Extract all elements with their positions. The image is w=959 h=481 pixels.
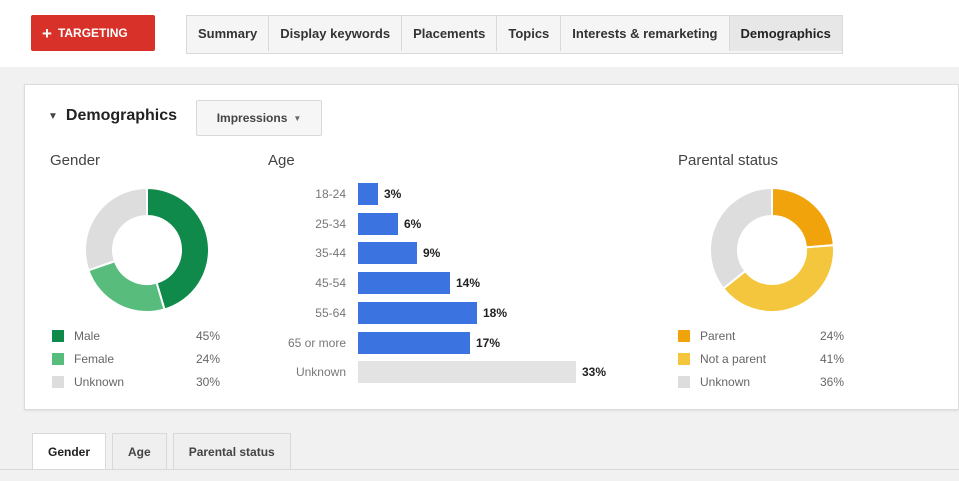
age-row-35-44: 35-44 9% xyxy=(270,242,441,265)
age-bar-value: 14% xyxy=(456,276,481,291)
legend-label: Unknown xyxy=(74,374,125,389)
parent-swatch xyxy=(678,329,690,342)
age-row-unknown: Unknown 33% xyxy=(270,361,607,384)
tab-parental-status[interactable]: Parental status xyxy=(172,433,291,470)
legend-value: 24% xyxy=(819,328,844,343)
legend-row: Female 24% xyxy=(52,347,220,370)
legend-label: Not a parent xyxy=(700,351,767,366)
tab-demographics[interactable]: Demographics xyxy=(729,16,842,51)
gender-donut-chart xyxy=(84,186,210,313)
age-bar-label: 25-34 xyxy=(315,216,346,231)
age-bar xyxy=(358,183,378,205)
legend-label: Unknown xyxy=(700,374,751,389)
metric-dropdown-label: Impressions xyxy=(216,111,288,125)
metric-dropdown[interactable]: Impressions ▼ xyxy=(196,100,322,136)
legend-value: 45% xyxy=(195,328,220,343)
age-bar-value: 17% xyxy=(476,335,501,350)
gender-slice-unknown xyxy=(84,186,148,272)
tab-interests-remarketing[interactable]: Interests & remarketing xyxy=(561,16,730,51)
age-title: Age xyxy=(268,152,295,169)
legend-value: 30% xyxy=(195,374,220,389)
age-bar-label: 55-64 xyxy=(315,305,346,320)
age-row-55-64: 55-64 18% xyxy=(270,301,508,324)
gender-title: Gender xyxy=(50,152,101,169)
age-bar xyxy=(358,212,398,235)
gender-legend: Male 45% Female 24% Unknown 30% xyxy=(52,324,220,393)
age-bar-value: 33% xyxy=(582,365,607,380)
tab-placements[interactable]: Placements xyxy=(402,16,498,51)
age-bar-value: 9% xyxy=(423,246,441,261)
legend-label: Female xyxy=(74,351,115,366)
age-bar-value: 18% xyxy=(483,305,508,320)
parental-legend: Parent 24% Not a parent 41% Unknown 36% xyxy=(678,324,844,393)
age-bar xyxy=(358,242,417,265)
tab-topics[interactable]: Topics xyxy=(497,16,562,51)
parental-donut-chart xyxy=(709,186,835,313)
tab-summary[interactable]: Summary xyxy=(187,16,270,51)
age-bar xyxy=(358,361,576,384)
legend-value: 36% xyxy=(819,374,844,389)
unknown-swatch xyxy=(52,375,64,388)
tabs-divider xyxy=(0,469,959,470)
legend-row: Male 45% xyxy=(52,324,220,347)
legend-label: Male xyxy=(74,328,101,343)
age-row-25-34: 25-34 6% xyxy=(270,212,422,235)
legend-row: Unknown 30% xyxy=(52,370,220,393)
demographics-tabs: Gender Age Parental status xyxy=(32,433,297,470)
age-bar-value: 6% xyxy=(404,216,422,231)
age-bar-value: 3% xyxy=(384,187,402,201)
parental-slice-parent xyxy=(771,186,835,249)
age-row-45-54: 45-54 14% xyxy=(270,272,481,295)
tab-age[interactable]: Age xyxy=(112,433,167,470)
age-bar-label: 18-24 xyxy=(315,187,346,201)
female-swatch xyxy=(52,352,64,365)
targeting-tabs: Summary Display keywords Placements Topi… xyxy=(186,15,843,54)
parental-slice-not-a-parent xyxy=(721,244,835,313)
legend-row: Parent 24% xyxy=(678,324,844,347)
age-bar-label: 35-44 xyxy=(315,246,346,261)
age-bar-label: 45-54 xyxy=(315,276,346,291)
legend-row: Unknown 36% xyxy=(678,370,844,393)
legend-value: 41% xyxy=(819,351,844,366)
legend-row: Not a parent 41% xyxy=(678,347,844,370)
tab-display-keywords[interactable]: Display keywords xyxy=(269,16,403,51)
gender-slice-female xyxy=(87,259,166,313)
unknown-swatch xyxy=(678,375,690,388)
parental-slice-unknown xyxy=(709,186,773,290)
caret-down-icon: ▼ xyxy=(48,110,58,122)
male-swatch xyxy=(52,329,64,342)
age-row-18-24: 18-24 3% xyxy=(270,183,401,205)
demographics-title: Demographics xyxy=(65,107,178,124)
age-bar xyxy=(358,301,477,324)
age-row-65-or-more: 65 or more 17% xyxy=(270,331,501,354)
age-bar xyxy=(358,272,450,295)
legend-label: Parent xyxy=(700,328,736,343)
chevron-down-icon: ▼ xyxy=(293,113,302,123)
tab-gender[interactable]: Gender xyxy=(32,433,107,470)
not-a-parent-swatch xyxy=(678,352,690,365)
age-bar-label: Unknown xyxy=(295,365,346,380)
top-bar: + TARGETING Summary Display keywords Pla… xyxy=(0,0,959,66)
age-bar-label: 65 or more xyxy=(287,335,346,350)
parental-title: Parental status xyxy=(678,152,779,169)
targeting-label: TARGETING xyxy=(57,26,128,40)
legend-value: 24% xyxy=(195,351,220,366)
age-bar xyxy=(358,331,470,354)
demographics-section-toggle[interactable]: ▼ Demographics xyxy=(48,107,177,125)
plus-icon: + xyxy=(42,23,52,43)
targeting-button[interactable]: + TARGETING xyxy=(31,15,155,51)
